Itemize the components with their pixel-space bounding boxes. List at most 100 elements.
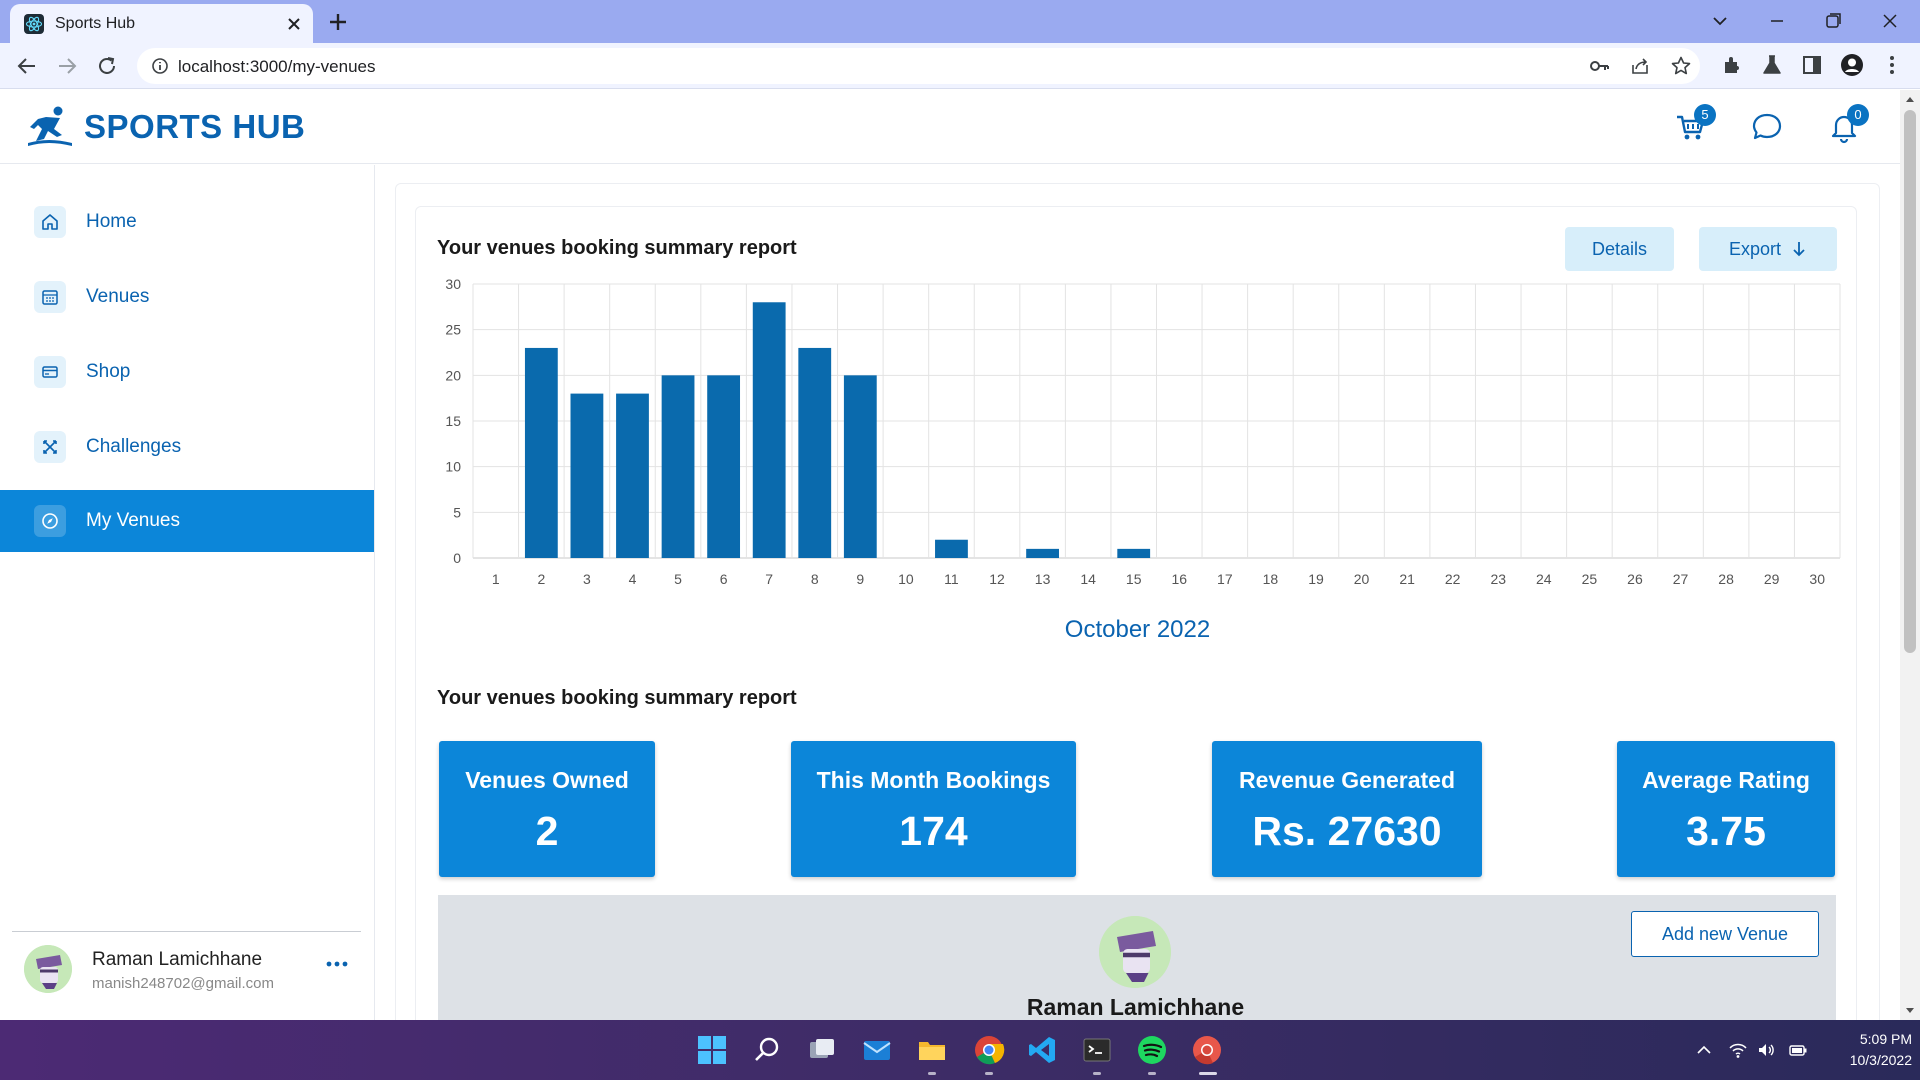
minimize-icon[interactable] xyxy=(1763,8,1791,34)
more-options-icon[interactable] xyxy=(324,957,350,971)
window-close-icon[interactable] xyxy=(1876,8,1904,34)
sidebar-item-my-venues[interactable]: My Venues xyxy=(0,490,374,552)
clock-date: 10/3/2022 xyxy=(1849,1052,1912,1068)
bar-day-15 xyxy=(1117,548,1151,558)
volume-icon[interactable] xyxy=(1756,1040,1776,1060)
sidebar-item-challenges[interactable]: Challenges xyxy=(0,416,374,478)
home-icon xyxy=(34,206,66,238)
brand[interactable]: SPORTS HUB xyxy=(26,104,305,150)
y-tick-label: 0 xyxy=(453,550,461,566)
chat-bubble-icon[interactable] xyxy=(1750,110,1784,144)
bar-day-5 xyxy=(661,375,695,558)
key-icon[interactable] xyxy=(1588,55,1610,77)
avatar[interactable] xyxy=(24,945,72,993)
profile-account-icon[interactable] xyxy=(1840,53,1864,77)
new-tab-plus-icon[interactable] xyxy=(325,9,351,35)
url-text[interactable]: localhost:3000/my-venues xyxy=(178,57,376,77)
x-tick-label: 15 xyxy=(1126,571,1142,587)
x-tick-label: 12 xyxy=(989,571,1005,587)
sidebar: Home Venues Shop Challenges My Venues Ra… xyxy=(0,165,375,1020)
stat-label: Revenue Generated xyxy=(1238,767,1456,793)
brand-name: SPORTS HUB xyxy=(84,108,306,145)
scroll-down-arrow-icon[interactable] xyxy=(1900,1000,1920,1020)
scroll-up-arrow-icon[interactable] xyxy=(1900,90,1920,110)
add-venue-label: Add new Venue xyxy=(1661,923,1789,944)
sidebar-item-label: My Venues xyxy=(86,510,180,531)
sidebar-item-label: Venues xyxy=(86,286,150,307)
x-tick-label: 9 xyxy=(856,571,864,587)
x-axis: 1 2 3 4 5 6 7 8 9 10 11 12 13 14 15 16 17 18 19 20 21 22 23 24 2… xyxy=(492,571,1825,587)
x-tick-label: 27 xyxy=(1673,571,1689,587)
taskbar xyxy=(0,1020,1920,1080)
bar-day-3 xyxy=(570,393,604,558)
tab-search-chevron-icon[interactable] xyxy=(1706,8,1734,34)
profile-email: manish248702@gmail.com xyxy=(92,975,274,992)
x-tick-label: 29 xyxy=(1764,571,1780,587)
x-tick-label: 3 xyxy=(583,571,591,587)
tab-close-icon[interactable] xyxy=(282,12,306,36)
running-indicator xyxy=(1148,1072,1156,1075)
x-tick-label: 19 xyxy=(1308,571,1324,587)
export-button[interactable]: Export xyxy=(1699,227,1837,271)
browser-menu-icon[interactable] xyxy=(1880,53,1904,77)
cart-icon[interactable]: 5 xyxy=(1674,104,1716,144)
share-icon[interactable] xyxy=(1629,55,1651,77)
stat-value: 174 xyxy=(899,808,968,854)
add-new-venue-button[interactable]: Add new Venue xyxy=(1631,911,1819,957)
sidebar-item-label: Challenges xyxy=(86,436,182,457)
sidebar-item-shop[interactable]: Shop xyxy=(0,341,374,403)
bell-icon[interactable]: 0 xyxy=(1827,104,1869,144)
terminal-icon[interactable] xyxy=(1081,1034,1113,1066)
page-scrollbar[interactable] xyxy=(1900,90,1920,1020)
x-tick-label: 7 xyxy=(765,571,773,587)
sidebar-item-label: Home xyxy=(86,211,137,232)
file-explorer-icon[interactable] xyxy=(916,1034,948,1066)
wifi-icon[interactable] xyxy=(1728,1040,1748,1060)
task-view-icon[interactable] xyxy=(806,1034,838,1066)
stat-value: Rs. 27630 xyxy=(1252,808,1442,854)
search-icon[interactable] xyxy=(751,1034,783,1066)
sidebar-item-home[interactable]: Home xyxy=(0,191,374,253)
running-indicator xyxy=(1093,1072,1101,1075)
sidebar-item-venues[interactable]: Venues xyxy=(0,266,374,328)
chrome-dev-icon[interactable] xyxy=(1191,1034,1223,1066)
stat-card-venues-owned: Venues Owned 2 xyxy=(439,741,655,877)
notification-count-badge: 0 xyxy=(1847,104,1869,126)
spotify-icon[interactable] xyxy=(1136,1034,1168,1066)
runner-logo-icon xyxy=(26,105,74,149)
mail-icon[interactable] xyxy=(861,1034,893,1066)
details-button[interactable]: Details xyxy=(1565,227,1674,271)
stat-label: Average Rating xyxy=(1642,767,1810,793)
cart-count-badge: 5 xyxy=(1694,104,1716,126)
bar-day-8 xyxy=(798,347,832,558)
x-tick-label: 25 xyxy=(1582,571,1598,587)
browser-toolbar: localhost:3000/my-venues xyxy=(0,43,1920,89)
stat-value: 2 xyxy=(535,808,559,854)
card-icon xyxy=(34,356,66,388)
reload-icon[interactable] xyxy=(94,53,120,79)
x-tick-label: 6 xyxy=(720,571,728,587)
browser-tab[interactable]: Sports Hub xyxy=(10,4,313,43)
windows-start-icon[interactable] xyxy=(696,1034,728,1066)
scroll-thumb[interactable] xyxy=(1904,110,1916,653)
chrome-icon[interactable] xyxy=(973,1034,1005,1066)
vscode-icon[interactable] xyxy=(1026,1034,1058,1066)
bar-day-9 xyxy=(843,375,877,558)
side-panel-icon[interactable] xyxy=(1800,53,1824,77)
restore-icon[interactable] xyxy=(1819,8,1847,34)
forward-arrow-icon[interactable] xyxy=(54,53,80,79)
address-bar[interactable]: localhost:3000/my-venues xyxy=(137,48,1700,84)
y-tick-label: 25 xyxy=(445,322,461,338)
back-arrow-icon[interactable] xyxy=(14,53,40,79)
stat-card-revenue: Revenue Generated Rs. 27630 xyxy=(1212,741,1482,877)
extensions-puzzle-icon[interactable] xyxy=(1720,53,1744,77)
labs-flask-icon[interactable] xyxy=(1760,53,1784,77)
chevron-up-icon[interactable] xyxy=(1694,1040,1714,1060)
bar-day-7 xyxy=(752,302,786,558)
x-tick-label: 26 xyxy=(1627,571,1643,587)
compass-icon xyxy=(34,505,66,537)
site-info-icon[interactable] xyxy=(151,57,169,75)
summary-title: Your venues booking summary report xyxy=(437,687,797,709)
bookmark-star-icon[interactable] xyxy=(1670,55,1692,77)
battery-icon[interactable] xyxy=(1788,1040,1808,1060)
